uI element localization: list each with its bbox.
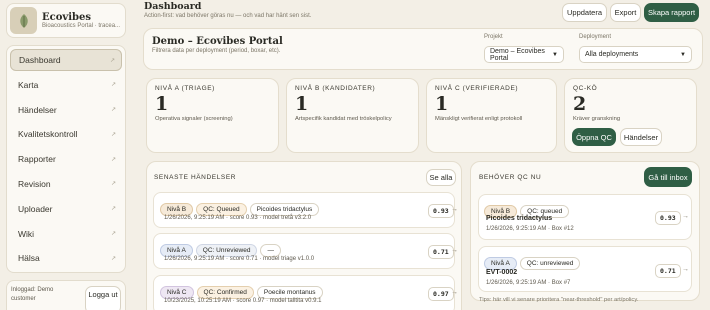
qc-row[interactable]: Nivå B QC: queued Picoides tridactylus 1/… <box>478 194 692 240</box>
qc-item-meta: 1/26/2026, 9:25:19 AM · Box #12 <box>486 226 574 232</box>
deployment-filter-card: Demo – Ecovibes Portal Filtrera data per… <box>143 28 703 70</box>
sidebar-item-label: Dashboard <box>19 55 61 65</box>
export-button[interactable]: Export <box>610 3 641 22</box>
see-all-button[interactable]: Se alla <box>426 169 456 186</box>
score-badge: 0.71 <box>655 264 681 278</box>
qc-now-card: BEHÖVER QC NU Gå till inbox Nivå B QC: qu… <box>470 161 700 301</box>
user-role: customer <box>11 296 36 302</box>
arrow-right-icon: → <box>451 206 458 213</box>
kpi-card-level-c: NIVÅ C (VERIFIERADE) 1 Mänskligt verifie… <box>426 78 557 153</box>
qc-status-badge: QC: unreviewed <box>519 257 581 270</box>
event-meta: 1/26/2026, 9:25:19 AM · score 0.71 · mod… <box>164 256 315 262</box>
score-badge: 0.93 <box>655 211 681 225</box>
sidebar-item-label: Wiki <box>18 228 35 239</box>
sidebar-nav: Dashboard ↗ Karta ↗ Händelser ↗ Kvalitetsko… <box>6 45 126 273</box>
arrow-up-right-icon: ↗ <box>110 181 116 188</box>
sidebar-item-karta[interactable]: Karta ↗ <box>10 74 122 96</box>
sidebar-item-uploader[interactable]: Uploader ↗ <box>10 198 122 220</box>
kpi-title: NIVÅ A (TRIAGE) <box>155 85 215 92</box>
sidebar-item-revision[interactable]: Revision ↗ <box>10 173 122 195</box>
brand-card: Ecovibes Bioacoustics Portal · tracea... <box>6 3 126 38</box>
sidebar-item-halsa[interactable]: Hälsa ↗ <box>10 247 122 269</box>
arrow-up-right-icon: ↗ <box>110 156 116 163</box>
chevron-down-icon: ▼ <box>552 51 558 58</box>
sidebar-item-label: Revision <box>18 178 51 189</box>
arrow-right-icon: → <box>682 213 689 220</box>
leaf-logo-icon <box>10 7 37 34</box>
sidebar-item-label: Karta <box>18 79 39 90</box>
qc-item-name: EVT-0002 <box>486 269 518 276</box>
arrow-up-right-icon: ↗ <box>109 57 115 64</box>
chevron-down-icon: ▼ <box>680 51 686 58</box>
sidebar-item-wiki[interactable]: Wiki ↗ <box>10 223 122 245</box>
kpi-card-level-a: NIVÅ A (TRIAGE) 1 Operativa signaler (sc… <box>146 78 279 153</box>
arrow-up-right-icon: ↗ <box>110 131 116 138</box>
project-select[interactable]: Demo – Ecovibes Portal ▼ <box>484 46 564 63</box>
score-badge: 0.71 <box>428 245 454 259</box>
sidebar-item-handelser[interactable]: Händelser ↗ <box>10 99 122 121</box>
event-row[interactable]: Nivå C QC: Confirmed Poecile montanus 10/2… <box>153 275 458 310</box>
kpi-title: NIVÅ B (KANDIDATER) <box>295 85 376 92</box>
create-report-button[interactable]: Skapa rapport <box>644 3 699 22</box>
sidebar-item-label: Kvalitetskontroll <box>18 129 78 140</box>
sidebar-item-label: Händelser <box>18 104 57 115</box>
kpi-description: Kräver granskning <box>573 116 621 122</box>
kpi-description: Mänskligt verifierat enligt protokoll <box>435 116 523 122</box>
recent-events-card: SENASTE HÄNDELSER Se alla Nivå B QC: Queu… <box>146 161 462 310</box>
project-label: Projekt <box>484 34 503 40</box>
qc-tips: Tips: här vill vi senare prioritera "nea… <box>479 297 639 303</box>
brand-name: Ecovibes <box>42 12 91 23</box>
arrow-right-icon: → <box>451 289 458 296</box>
kpi-value: 2 <box>573 93 587 115</box>
score-badge: 0.97 <box>428 287 454 301</box>
sidebar-item-kvalitetskontroll[interactable]: Kvalitetskontroll ↗ <box>10 123 122 145</box>
qc-item-meta: 1/26/2026, 9:25:19 AM · Box #7 <box>486 280 571 286</box>
arrow-up-right-icon: ↗ <box>110 255 116 262</box>
page-subtitle: Action-first: vad behöver göras nu — och… <box>144 13 312 19</box>
kpi-value: 1 <box>295 93 309 115</box>
kpi-value: 1 <box>435 93 449 115</box>
kpi-title: QC-KÖ <box>573 85 598 92</box>
logout-button[interactable]: Logga ut <box>85 286 121 310</box>
section-title: SENASTE HÄNDELSER <box>154 174 237 181</box>
kpi-value: 1 <box>155 93 169 115</box>
kpi-description: Artspecifik kandidat med tröskelpolicy <box>295 116 392 122</box>
arrow-right-icon: → <box>451 247 458 254</box>
user-footer: Inloggad: Demo customer Logga ut <box>6 280 126 310</box>
sidebar-item-label: Rapporter <box>18 154 56 165</box>
kpi-description: Operativa signaler (screening) <box>155 116 233 122</box>
event-row[interactable]: Nivå B QC: Queued Picoides tridactylus 1/2… <box>153 192 458 228</box>
brand-subtitle: Bioacoustics Portal · tracea... <box>42 23 121 29</box>
event-meta: 1/26/2026, 9:25:19 AM · score 0.93 · mod… <box>164 215 312 221</box>
sidebar-item-label: Hälsa <box>18 253 40 264</box>
sidebar-item-rapporter[interactable]: Rapporter ↗ <box>10 148 122 170</box>
page-title: Dashboard <box>144 1 202 12</box>
kpi-title: NIVÅ C (VERIFIERADE) <box>435 85 519 92</box>
arrow-right-icon: → <box>682 266 689 273</box>
goto-inbox-button[interactable]: Gå till inbox <box>644 167 692 187</box>
arrow-up-right-icon: ↗ <box>110 82 116 89</box>
arrow-up-right-icon: ↗ <box>110 206 116 213</box>
event-meta: 10/23/2025, 10:25:19 AM · score 0.97 · m… <box>164 298 322 304</box>
kpi-card-level-b: NIVÅ B (KANDIDATER) 1 Artspecifik kandid… <box>286 78 419 153</box>
qc-row[interactable]: Nivå A QC: unreviewed EVT-0002 1/26/2026,… <box>478 246 692 292</box>
update-button[interactable]: Uppdatera <box>562 3 607 22</box>
sidebar-item-label: Uploader <box>18 203 53 214</box>
kpi-card-qc-queue: QC-KÖ 2 Kräver granskning Öppna QC Hände… <box>564 78 697 153</box>
deployment-select[interactable]: Alla deployments ▼ <box>579 46 692 63</box>
sidebar-item-dashboard[interactable]: Dashboard ↗ <box>10 49 122 71</box>
section-title: BEHÖVER QC NU <box>479 174 542 181</box>
deployment-value: Alla deployments <box>585 51 639 58</box>
arrow-up-right-icon: ↗ <box>110 231 116 238</box>
arrow-up-right-icon: ↗ <box>110 107 116 114</box>
deployment-label: Deployment <box>579 34 612 40</box>
open-qc-button[interactable]: Öppna QC <box>572 128 616 146</box>
project-value: Demo – Ecovibes Portal <box>490 47 545 62</box>
qc-item-name: Picoides tridactylus <box>486 215 553 222</box>
events-button[interactable]: Händelser <box>620 128 662 146</box>
score-badge: 0.93 <box>428 204 454 218</box>
logged-in-label: Inloggad: Demo <box>11 287 54 293</box>
event-row[interactable]: Nivå A QC: Unreviewed — 1/26/2026, 9:25:19… <box>153 233 458 269</box>
